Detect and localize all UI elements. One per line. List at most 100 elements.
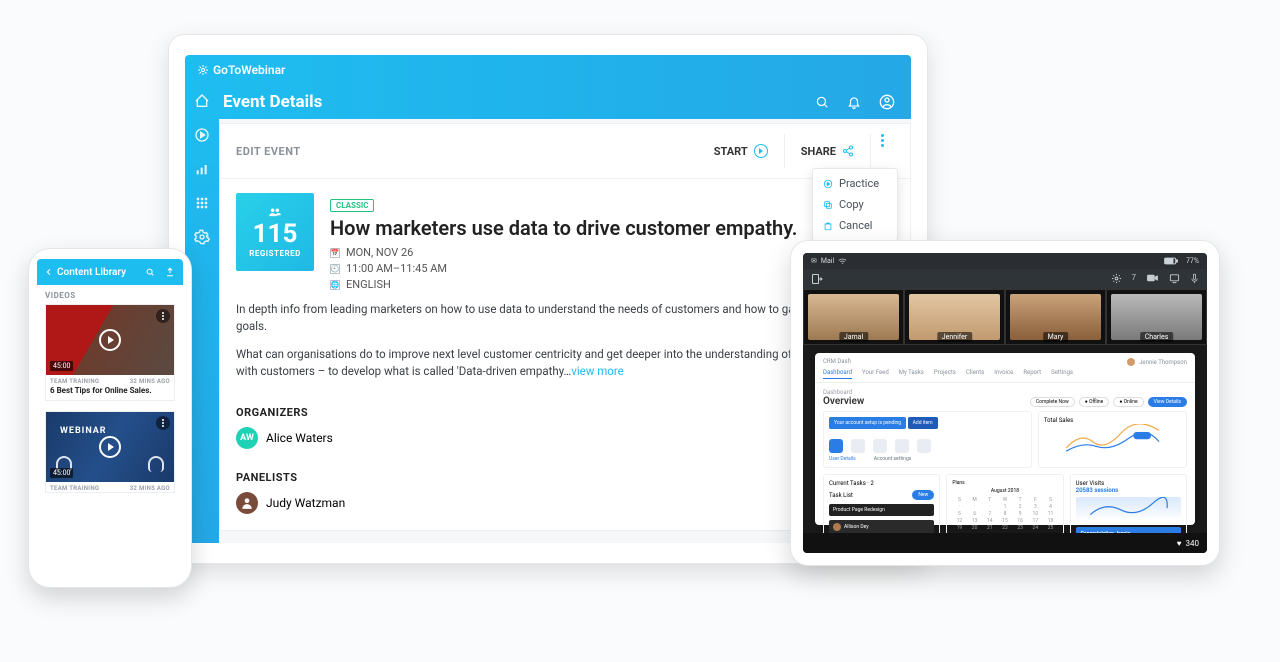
pill-online: ● Online <box>1113 397 1143 407</box>
tab-dashboard[interactable]: Dashboard <box>823 369 852 379</box>
menu-copy[interactable]: Copy <box>813 194 897 215</box>
dash-brand: CRM Dash <box>823 358 851 366</box>
control-bar: 7 <box>803 269 1207 289</box>
mail-icon: ✉︎ <box>811 257 817 265</box>
video-thumbnail: WEBINAR 45:00 <box>46 412 174 482</box>
exit-icon[interactable] <box>811 273 823 285</box>
tablet-footer: ♥ 340 <box>803 533 1207 553</box>
tab-settings[interactable]: Settings <box>1051 369 1073 379</box>
bell-icon[interactable] <box>847 95 861 109</box>
gear-icon[interactable] <box>194 229 210 245</box>
task-item[interactable]: Product Page Redesign <box>829 504 934 516</box>
more-menu-popup: Practice Copy Cancel <box>812 168 898 241</box>
phone-screen: Content Library VIDEOS 45:00 TEAM TRAINI… <box>37 259 183 577</box>
screen-icon[interactable] <box>1169 273 1180 285</box>
tab-tasks[interactable]: My Tasks <box>899 369 924 379</box>
phone-header: Content Library <box>37 259 183 285</box>
shared-dashboard: CRM Dash Jennie Thompson Dashboard Your … <box>815 353 1195 525</box>
tab-projects[interactable]: Projects <box>934 369 956 379</box>
edit-event-link[interactable]: EDIT EVENT <box>236 145 301 158</box>
people-icon <box>268 207 282 217</box>
gear-icon[interactable] <box>1111 273 1122 285</box>
phone-frame: Content Library VIDEOS 45:00 TEAM TRAINI… <box>28 248 192 588</box>
back-icon[interactable] <box>45 267 53 277</box>
panelist-name: Judy Watzman <box>266 496 345 510</box>
dashboard-icon[interactable] <box>194 93 210 109</box>
participant[interactable]: Jamal <box>803 289 904 345</box>
play-circle-icon <box>754 144 768 158</box>
start-button[interactable]: START <box>698 134 784 168</box>
tab-report[interactable]: Report <box>1023 369 1041 379</box>
page-title: Event Details <box>223 92 322 112</box>
upload-icon[interactable] <box>165 267 175 277</box>
panel-sales: Total Sales 70.5% <box>1038 411 1187 468</box>
wifi-icon <box>838 258 847 265</box>
headphone-icon <box>148 456 164 472</box>
video-menu-icon[interactable] <box>156 416 170 430</box>
play-icon[interactable] <box>194 127 210 143</box>
calendar-grid: SMTWTFS ···1234 567891011 12131415161718… <box>952 497 1057 531</box>
phone-title: Content Library <box>57 267 126 278</box>
video-title: 6 Best Tips for Online Sales. <box>46 385 174 400</box>
video-menu-icon[interactable] <box>156 309 170 323</box>
video-duration: 45:00 <box>50 361 73 371</box>
page-header: Event Details <box>185 85 911 119</box>
battery-icon <box>1164 257 1178 265</box>
pill-complete[interactable]: Complete Now <box>1030 397 1075 407</box>
mic-icon[interactable] <box>1190 273 1199 285</box>
count-7: 7 <box>1132 273 1137 285</box>
dash-user: Jennie Thompson <box>1139 359 1187 366</box>
dash-nav: Dashboard Your Feed My Tasks Projects Cl… <box>815 369 1195 383</box>
card-toolbar: EDIT EVENT START SHARE <box>220 124 910 179</box>
menu-cancel[interactable]: Cancel <box>813 215 897 236</box>
tab-invoice[interactable]: Invoice <box>994 369 1013 379</box>
play-icon <box>99 436 121 458</box>
avatar <box>236 492 258 514</box>
more-menu-button[interactable] <box>870 134 894 168</box>
menu-practice[interactable]: Practice <box>813 173 897 194</box>
search-icon[interactable] <box>815 95 829 109</box>
status-bar: ✉︎ Mail 77% <box>803 253 1207 269</box>
video-card[interactable]: 45:00 TEAM TRAINING 32 MINS AGO 6 Best T… <box>45 304 175 401</box>
video-card[interactable]: WEBINAR 45:00 TEAM TRAINING 32 MINS AGO <box>45 411 175 493</box>
calendar-icon: 📅 <box>330 248 340 258</box>
registered-count: 115 <box>253 221 298 247</box>
view-more-link[interactable]: view more <box>571 364 624 378</box>
play-icon <box>99 329 121 351</box>
avatar-icon[interactable] <box>879 94 895 110</box>
tab-feed[interactable]: Your Feed <box>862 369 889 379</box>
videos-label: VIDEOS <box>37 285 183 304</box>
share-button[interactable]: SHARE <box>784 134 870 168</box>
video-thumbnail: 45:00 <box>46 305 174 375</box>
pill-view[interactable]: View Details <box>1148 397 1187 407</box>
visits-chart <box>1076 497 1181 521</box>
clock-icon: 🕘 <box>330 264 340 274</box>
heart-icon[interactable]: ♥ <box>1177 539 1182 548</box>
analytics-icon[interactable] <box>194 161 210 177</box>
search-icon[interactable] <box>145 267 155 277</box>
globe-icon: 🌐 <box>330 280 340 290</box>
tab-clients[interactable]: Clients <box>966 369 984 379</box>
participant[interactable]: Charles <box>1106 289 1207 345</box>
brand-text: GoToWebinar <box>213 63 285 77</box>
brand-logo: GoToWebinar <box>197 63 285 77</box>
participant[interactable]: Jennifer <box>904 289 1005 345</box>
tablet-frame: ✉︎ Mail 77% 7 <box>790 240 1220 566</box>
registered-label: REGISTERED <box>249 249 301 258</box>
overview-title: Overview <box>823 396 864 407</box>
tablet-screen: ✉︎ Mail 77% 7 <box>803 253 1207 553</box>
participant[interactable]: Mary <box>1005 289 1106 345</box>
sales-chart: 70.5% <box>1044 424 1181 456</box>
task-item[interactable]: Allison Dey <box>829 520 934 534</box>
brand-bar: GoToWebinar <box>185 55 911 85</box>
registered-badge: 115 REGISTERED <box>236 193 314 271</box>
organizer-name: Alice Waters <box>266 431 333 445</box>
event-title: How marketers use data to drive customer… <box>330 216 894 240</box>
camera-icon[interactable] <box>1146 273 1159 285</box>
grid-icon[interactable] <box>194 195 210 211</box>
participants-row: Jamal Jennifer Mary Charles <box>803 289 1207 345</box>
share-icon <box>842 145 854 157</box>
avatar: AW <box>236 427 258 449</box>
panel-main: Your account setup is pending Add item U… <box>823 411 1032 468</box>
classic-tag: CLASSIC <box>330 199 374 212</box>
